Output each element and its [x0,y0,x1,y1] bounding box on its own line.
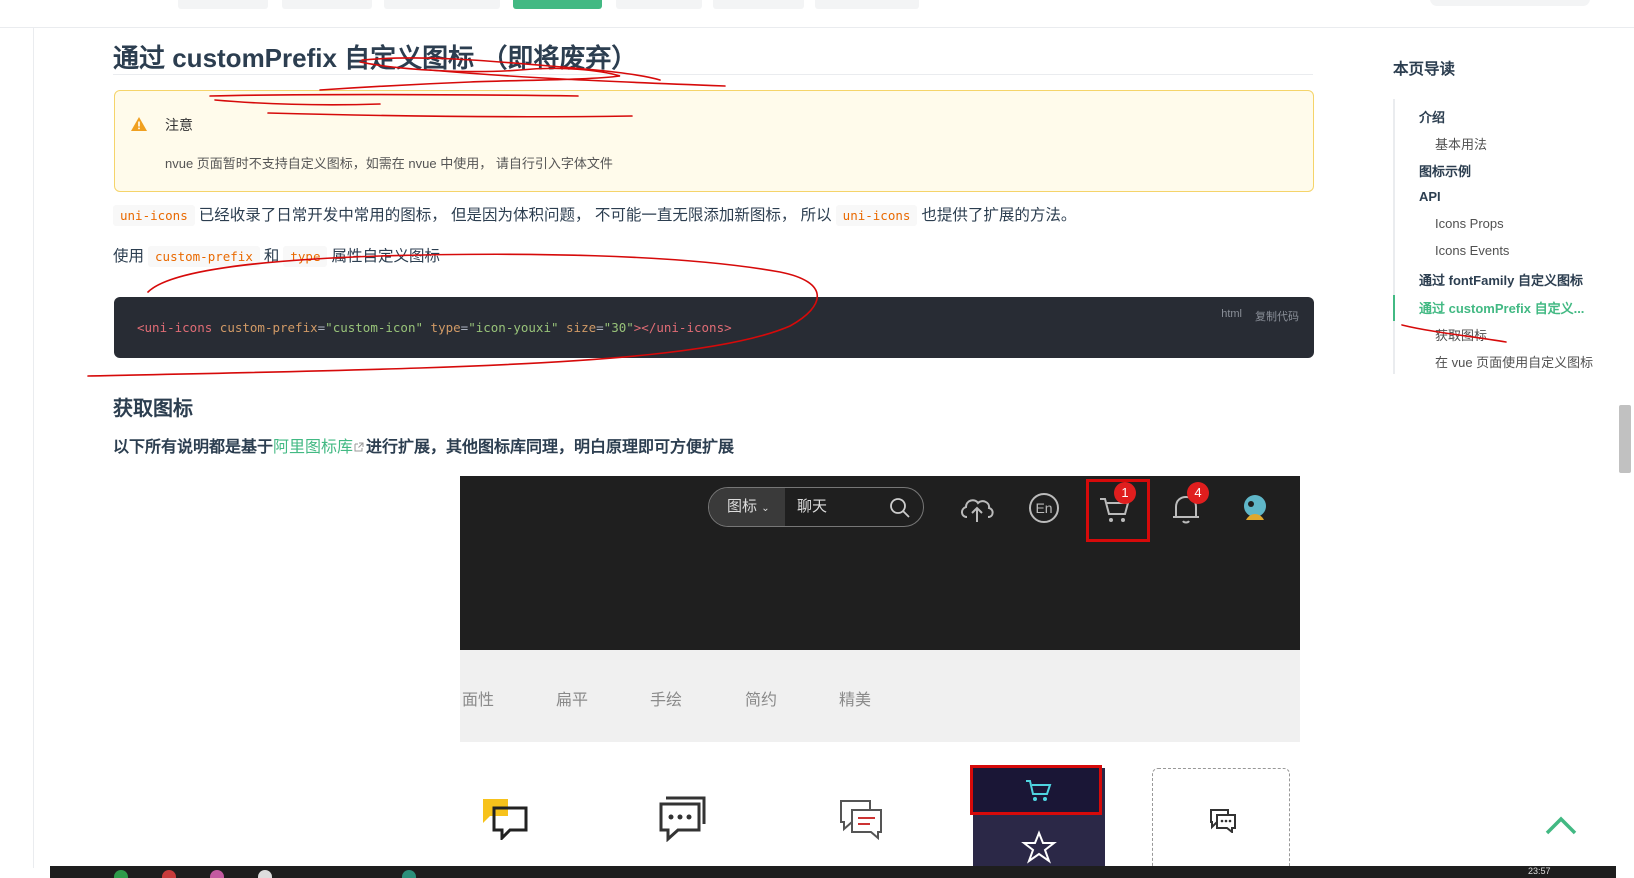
nav-tab-active[interactable] [513,0,602,9]
svg-text:En: En [1035,500,1052,516]
code-token-attr: custom-prefix [219,320,318,335]
paragraph-text: 已经收录了日常开发中常用的图标， 但是因为体积问题， 不可能一直无限添加新图标，… [198,207,832,224]
sidebar-divider [33,28,34,868]
taskbar-app-icon[interactable] [258,870,272,878]
toc-title: 本页导读 [1393,61,1456,78]
code-token-value: "custom-icon" [325,320,424,335]
title-divider [113,74,1313,75]
screenshot-search-category: 图标 ⌄ [709,488,785,526]
paragraph-intro: uni-icons 已经收录了日常开发中常用的图标， 但是因为体积问题， 不可能一… [113,203,1076,229]
toc-item-fontfamily[interactable]: 通过 fontFamily 自定义图标 [1419,270,1583,289]
code-token-attr: type [430,320,461,335]
warning-heading: 注意 [165,117,193,133]
scrollbar-thumb[interactable] [1619,405,1631,473]
section-title: 通过 customPrefix 自定义图标 （即将废弃） [113,43,638,73]
code-token-value: "icon-youxi" [468,320,559,335]
chat-message-icon [659,796,706,842]
language-icon: En [1029,493,1059,523]
screenshot-category: 扁平 [556,692,589,709]
screenshot-search-query: 聊天 [797,498,828,515]
toc-item-vue-custom-icons[interactable]: 在 vue 页面使用自定义图标 [1435,352,1593,371]
toc-item-intro[interactable]: 介绍 [1419,107,1445,126]
toc-item-basic-usage[interactable]: 基本用法 [1435,134,1487,153]
iconfont-screenshot: 图标 ⌄ 聊天 En 1 4 面性 扁平 手绘 简约 精美 [460,476,1300,878]
avatar [1244,495,1266,520]
code-block: <uni-icons custom-prefix="custom-icon" t… [114,297,1314,358]
toc-item-customprefix[interactable]: 通过 customPrefix 自定义... [1419,298,1584,317]
nav-tab[interactable] [178,0,268,9]
inline-code: type [283,246,328,267]
nav-tab[interactable] [616,0,702,9]
chat-bubble-icon [483,799,528,840]
toc-active-indicator [1393,295,1395,321]
bell-badge: 4 [1187,482,1209,504]
warning-icon [131,117,147,131]
toc-item-get-icons[interactable]: 获取图标 [1435,325,1487,344]
annotation-box-cart [1086,479,1150,542]
taskbar-app-icon[interactable] [162,870,176,878]
nav-tab[interactable] [815,0,919,9]
screenshot-search-box: 图标 ⌄ 聊天 [708,487,924,527]
paragraph-text: 和 [263,248,280,265]
screenshot-category: 手绘 [650,692,683,709]
warning-body: nvue 页面暂时不支持自定义图标，如需在 nvue 中使用， 请自行引入字体文… [165,156,613,171]
paragraph-get-icons: 以下所有说明都是基于阿里图标库 进行扩展，其他图标库同理，明白原理即可方便扩展 [113,433,734,457]
warning-box: 注意 nvue 页面暂时不支持自定义图标，如需在 nvue 中使用， 请自行引入… [114,90,1314,192]
os-taskbar: 23:57 [50,866,1616,878]
back-to-top-icon[interactable] [1544,814,1578,836]
chat-small-icon [1210,809,1236,833]
add-icon-card [1152,768,1290,878]
search-icon [890,498,910,518]
chevron-down-icon: ⌄ [761,503,770,514]
external-link-icon [354,442,364,452]
star-icon [1021,830,1057,864]
paragraph-text: 也提供了扩展的方法。 [921,207,1077,224]
code-language-label: html [1221,308,1242,320]
toc-item-icons-props[interactable]: Icons Props [1435,216,1504,231]
paragraph-text: 使用 [113,248,145,265]
toc-item-icon-examples[interactable]: 图标示例 [1419,161,1471,180]
screenshot-search-category-label: 图标 [727,498,758,515]
paragraph-text: 以下所有说明都是基于 [113,439,274,456]
code-token-value: "30" [603,320,634,335]
paragraph-text: 属性自定义图标 [331,248,440,265]
taskbar-clock: 23:57 [1528,866,1551,876]
nav-tab[interactable] [282,0,372,9]
code-token-tag: ></uni-icons> [633,320,732,335]
paragraph-usage: 使用 custom-prefix 和 type 属性自定义图标 [113,244,440,270]
toc-rail [1393,99,1395,374]
cart-icon [1026,780,1052,801]
inline-code: uni-icons [835,205,918,226]
nav-tab[interactable] [713,0,804,9]
nav-tab[interactable] [384,0,500,9]
paragraph-text: 进行扩展，其他图标库同理，明白原理即可方便扩展 [366,439,735,456]
top-nav-strip [0,0,1634,28]
search-input[interactable] [1430,0,1590,6]
code-token-attr: size [566,320,597,335]
upload-cloud-icon [961,499,994,522]
taskbar-app-icon[interactable] [402,870,416,878]
toc-item-api[interactable]: API [1419,189,1441,204]
screenshot-category: 面性 [462,692,495,709]
taskbar-app-icon[interactable] [210,870,224,878]
code-token-tag: <uni-icons [137,320,213,335]
page: 通过 customPrefix 自定义图标 （即将废弃） 注意 nvue 页面暂… [0,0,1634,878]
inline-code: custom-prefix [148,246,260,267]
inline-code: uni-icons [113,205,195,226]
section-title-get-icons: 获取图标 [113,398,193,420]
toc-item-icons-events[interactable]: Icons Events [1435,243,1509,258]
screenshot-category: 精美 [839,692,872,709]
taskbar-app-icon[interactable] [114,870,128,878]
copy-code-button[interactable]: 复制代码 [1255,308,1299,324]
chat-outline-icon [840,800,882,840]
code-line: <uni-icons custom-prefix="custom-icon" t… [137,320,732,335]
annotation-box-cart-card [970,765,1102,815]
screenshot-category: 简约 [745,692,778,709]
iconfont-link[interactable]: 阿里图标库 [273,439,353,456]
